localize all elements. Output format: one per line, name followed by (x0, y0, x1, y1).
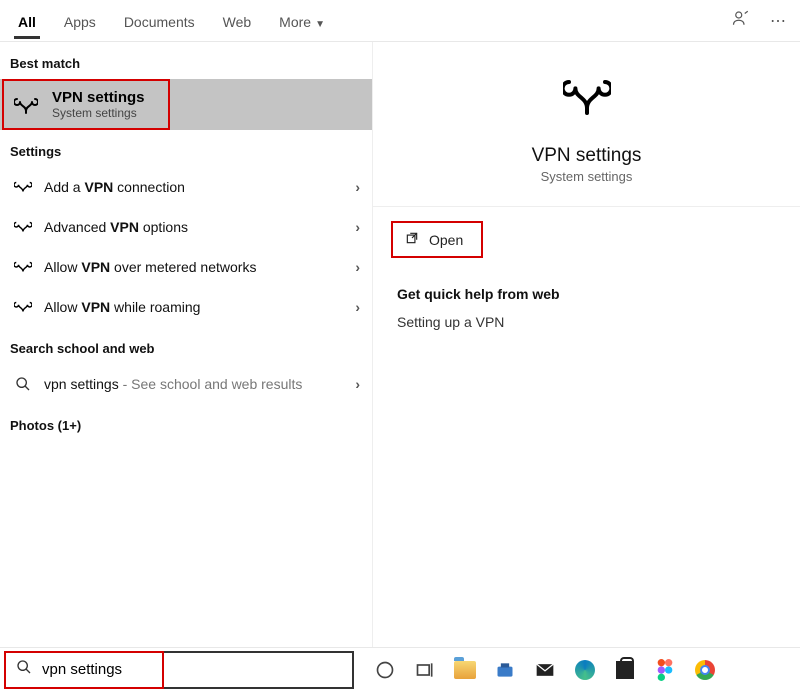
settings-item-label: Allow VPN over metered networks (44, 259, 355, 275)
file-explorer-icon[interactable] (448, 653, 482, 687)
section-best-match: Best match (0, 42, 372, 79)
mail-icon[interactable] (528, 653, 562, 687)
edge-icon[interactable] (568, 653, 602, 687)
section-photos: Photos (1+) (0, 404, 372, 441)
open-icon (405, 231, 419, 248)
store-icon[interactable] (608, 653, 642, 687)
vpn-icon (12, 298, 34, 316)
settings-item-vpn-roaming[interactable]: Allow VPN while roaming › (0, 287, 372, 327)
chevron-right-icon: › (355, 259, 360, 275)
cortana-icon[interactable] (368, 653, 402, 687)
taskbar-search[interactable] (4, 651, 354, 689)
settings-item-label: Add a VPN connection (44, 179, 355, 195)
web-search-label: vpn settings - See school and web result… (44, 376, 355, 392)
vpn-icon (12, 178, 34, 196)
figma-icon[interactable] (648, 653, 682, 687)
chrome-icon[interactable] (688, 653, 722, 687)
chevron-right-icon: › (355, 179, 360, 195)
vpn-icon (563, 72, 611, 125)
section-search-web: Search school and web (0, 327, 372, 364)
search-results-panel: Best match VPN settings System settings … (0, 42, 372, 647)
preview-panel: VPN settings System settings Open Get qu… (372, 42, 800, 647)
best-match-subtitle: System settings (52, 106, 145, 120)
taskbar (0, 647, 800, 691)
web-search-item[interactable]: vpn settings - See school and web result… (0, 364, 372, 404)
tab-apps[interactable]: Apps (50, 4, 110, 38)
open-label: Open (429, 232, 463, 248)
task-view-icon[interactable] (408, 653, 442, 687)
chevron-right-icon: › (355, 219, 360, 235)
search-input[interactable] (42, 661, 352, 678)
feedback-icon[interactable] (722, 1, 760, 40)
best-match-result[interactable]: VPN settings System settings (0, 79, 372, 130)
settings-item-label: Allow VPN while roaming (44, 299, 355, 315)
vpn-icon (12, 218, 34, 236)
settings-item-vpn-metered[interactable]: Allow VPN over metered networks › (0, 247, 372, 287)
search-scope-tabs: All Apps Documents Web More▼ ⋯ (0, 0, 800, 42)
vpn-icon (12, 258, 34, 276)
chevron-right-icon: › (355, 376, 360, 392)
more-options-icon[interactable]: ⋯ (760, 3, 796, 39)
vpn-icon (12, 91, 40, 119)
tab-more[interactable]: More▼ (265, 4, 339, 38)
tab-web[interactable]: Web (209, 4, 266, 38)
chevron-down-icon: ▼ (315, 19, 325, 30)
section-settings: Settings (0, 130, 372, 167)
open-button[interactable]: Open (391, 221, 483, 258)
preview-title: VPN settings (532, 145, 642, 167)
settings-item-add-vpn[interactable]: Add a VPN connection › (0, 167, 372, 207)
settings-item-advanced-vpn[interactable]: Advanced VPN options › (0, 207, 372, 247)
app-icon[interactable] (488, 653, 522, 687)
search-icon (6, 659, 42, 680)
chevron-right-icon: › (355, 299, 360, 315)
quick-help-link[interactable]: Setting up a VPN (397, 314, 776, 330)
tab-all[interactable]: All (4, 4, 50, 38)
preview-subtitle: System settings (541, 169, 633, 184)
best-match-title: VPN settings (52, 89, 145, 106)
settings-item-label: Advanced VPN options (44, 219, 355, 235)
tab-documents[interactable]: Documents (110, 4, 209, 38)
search-icon (12, 376, 34, 392)
quick-help-header: Get quick help from web (397, 286, 776, 302)
